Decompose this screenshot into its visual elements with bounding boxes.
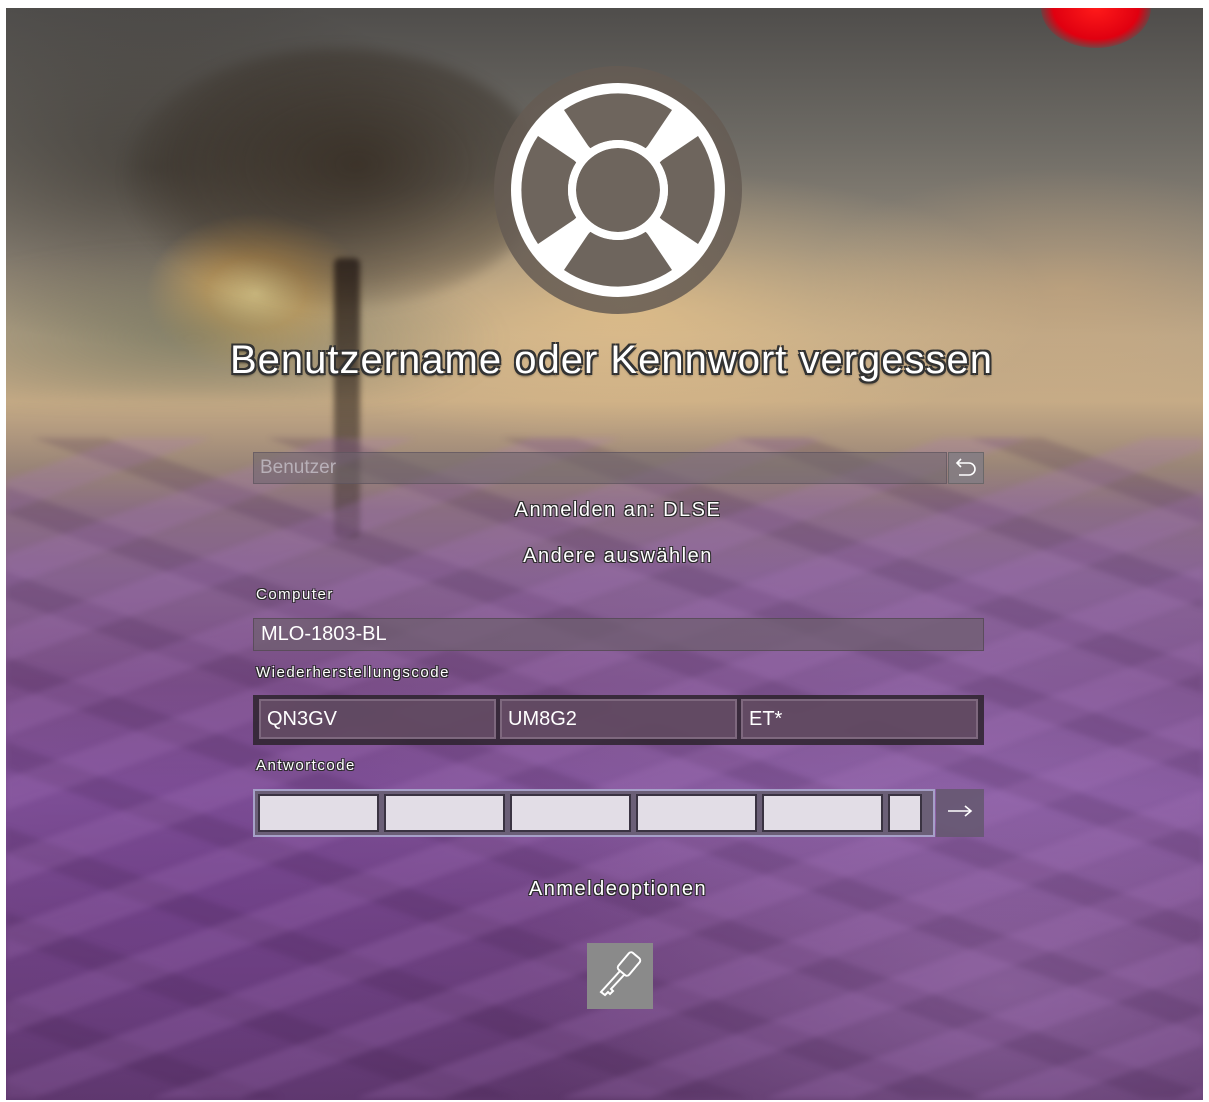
username-input[interactable]: Benutzer: [253, 452, 947, 484]
answer-code-box: [253, 789, 935, 837]
submit-button[interactable]: [936, 789, 984, 837]
back-arrow-icon: [953, 455, 979, 482]
key-option-button[interactable]: [587, 943, 653, 1009]
right-arrow-icon: [946, 804, 974, 823]
answer-code-input[interactable]: [384, 794, 505, 832]
answer-code-input[interactable]: [762, 794, 883, 832]
sign-in-options-link[interactable]: Anmeldeoptionen: [0, 878, 1209, 901]
answer-code-label: Antwortcode: [256, 757, 356, 774]
computer-field: MLO-1803-BL: [253, 618, 984, 651]
choose-other-link[interactable]: Andere auswählen: [0, 545, 1209, 568]
recovery-code-segment: QN3GV: [259, 699, 496, 739]
answer-code-input[interactable]: [510, 794, 631, 832]
answer-code-input[interactable]: [258, 794, 379, 832]
key-icon: [593, 947, 647, 1006]
sign-in-target-text: Anmelden an: DLSE: [514, 499, 722, 521]
back-button[interactable]: [948, 452, 984, 484]
recovery-code-box: QN3GV UM8G2 ET*: [253, 695, 984, 745]
recovery-code-segment: ET*: [741, 699, 978, 739]
page-title: Benutzername oder Kennwort vergessen: [229, 338, 994, 382]
answer-code-input[interactable]: [888, 794, 922, 832]
recovery-code-label: Wiederherstellungscode: [256, 664, 450, 681]
computer-label: Computer: [256, 586, 334, 603]
red-decoration: [1041, 8, 1151, 48]
lifebuoy-icon: [494, 66, 742, 314]
recovery-code-segment: UM8G2: [500, 699, 737, 739]
answer-code-input[interactable]: [636, 794, 757, 832]
